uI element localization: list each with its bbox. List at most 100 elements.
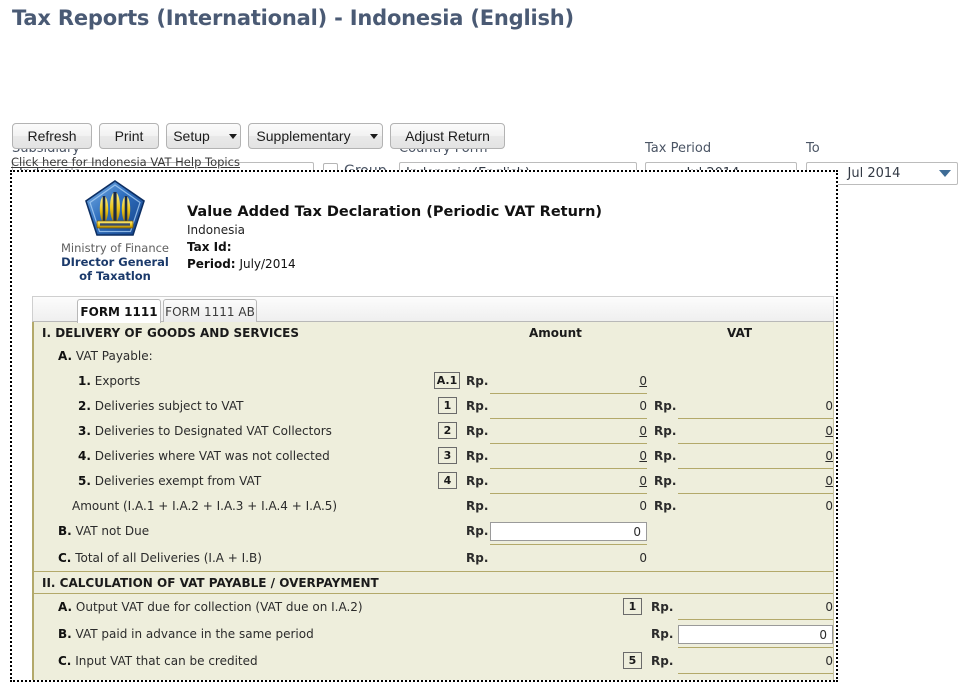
org-line-of-taxation: of Taxatlon: [79, 269, 151, 283]
amount-value: 0: [639, 551, 647, 565]
row-label: B. VAT paid in advance in the same perio…: [58, 627, 314, 641]
section-heading-ii: II. CALCULATION OF VAT PAYABLE / OVERPAY…: [42, 575, 379, 590]
row-text: Exports: [94, 374, 141, 388]
row-text: Deliveries where VAT was not collected: [94, 449, 330, 463]
box-number: 1: [438, 397, 457, 414]
currency-label: Rp.: [466, 474, 489, 488]
currency-label: Rp.: [651, 654, 674, 668]
ministry-logo-block: Ministry of Finance DIrector General of …: [54, 180, 176, 283]
amount-value: 0: [639, 399, 647, 413]
row-prefix: A.: [58, 349, 73, 363]
vat-value[interactable]: 0: [678, 449, 833, 464]
vat-value: 0: [825, 399, 833, 413]
filter-bar: Subsidiary Indonesia Group Country Form …: [0, 68, 964, 185]
row-prefix: 2.: [78, 399, 91, 413]
row-amount-total: Amount (I.A.1 + I.A.2 + I.A.3 + I.A.4 + …: [34, 495, 833, 521]
org-line-director-general: DIrector General: [61, 255, 169, 269]
tab-form-1111-ab-label: FORM 1111 AB: [165, 304, 255, 319]
field-underline: [490, 393, 647, 394]
tab-strip: FORM 1111 FORM 1111 AB: [32, 296, 834, 323]
setup-button-label: Setup: [173, 128, 210, 144]
supplementary-button[interactable]: Supplementary: [248, 123, 383, 149]
row-prefix: C.: [58, 551, 72, 565]
letterhead: Ministry of Finance DIrector General of …: [12, 180, 836, 286]
row-deliveries-vat-not-collected: 4. Deliveries where VAT was not collecte…: [34, 445, 833, 471]
row-total-all-deliveries: C. Total of all Deliveries (I.A + I.B) R…: [34, 547, 833, 573]
row-text: Output VAT due for collection (VAT due o…: [75, 600, 363, 614]
adjust-return-button[interactable]: Adjust Return: [390, 123, 505, 149]
vat-not-due-input[interactable]: 0: [490, 522, 647, 541]
row-label: B. VAT not Due: [58, 524, 149, 538]
vat-value[interactable]: 0: [678, 424, 833, 439]
currency-label: Rp.: [466, 449, 489, 463]
row-prefix: 4.: [78, 449, 91, 463]
row-exports: 1. Exports A.1 Rp. 0: [34, 370, 833, 396]
row-vat-paid-in-advance: B. VAT paid in advance in the same perio…: [34, 623, 833, 649]
amount-value[interactable]: 0: [490, 374, 647, 389]
row-prefix: 3.: [78, 424, 91, 438]
column-header-amount: Amount: [529, 326, 582, 340]
vat-value: 0: [825, 654, 833, 668]
ministry-of-finance-logo-icon: [85, 180, 145, 236]
vat-paid-advance-input[interactable]: 0: [678, 625, 833, 644]
print-button[interactable]: Print: [99, 123, 159, 149]
print-button-label: Print: [114, 128, 144, 144]
section-heading-i: I. DELIVERY OF GOODS AND SERVICES: [42, 325, 299, 340]
row-text: Deliveries subject to VAT: [94, 399, 244, 413]
currency-label-vat: Rp.: [654, 399, 677, 413]
form-body: I. DELIVERY OF GOODS AND SERVICES Amount…: [32, 322, 834, 680]
tab-form-1111[interactable]: FORM 1111: [77, 299, 161, 323]
row-input-vat-credited: C. Input VAT that can be credited 5 Rp. …: [34, 650, 833, 676]
currency-label-vat: Rp.: [654, 424, 677, 438]
currency-label: Rp.: [651, 627, 674, 641]
period-label: Period:: [187, 257, 236, 271]
row-text: Input VAT that can be credited: [75, 654, 258, 668]
row-label: Amount (I.A.1 + I.A.2 + I.A.3 + I.A.4 + …: [72, 499, 338, 513]
row-prefix: B.: [58, 627, 72, 641]
row-prefix: A.: [58, 600, 73, 614]
row-label: 2. Deliveries subject to VAT: [78, 399, 243, 413]
row-prefix: C.: [58, 654, 72, 668]
refresh-button-label: Refresh: [27, 128, 77, 144]
tab-form-1111-label: FORM 1111: [80, 304, 158, 319]
chevron-down-icon[interactable]: [228, 133, 237, 139]
supplementary-button-label: Supplementary: [256, 128, 351, 144]
row-section-i-a: A. VAT Payable:: [34, 345, 833, 371]
document-title: Value Added Tax Declaration (Periodic VA…: [187, 204, 603, 220]
currency-label: Rp.: [466, 499, 489, 513]
vat-help-topics-link[interactable]: Click here for Indonesia VAT Help Topics: [11, 155, 240, 169]
toolbar: Refresh Print Setup Supplementary Adjust…: [0, 123, 964, 151]
row-label: 4. Deliveries where VAT was not collecte…: [78, 449, 330, 463]
currency-label: Rp.: [466, 374, 489, 388]
row-deliveries-designated-collectors: 3. Deliveries to Designated VAT Collecto…: [34, 420, 833, 446]
currency-label: Rp.: [466, 524, 489, 538]
currency-label: Rp.: [466, 399, 489, 413]
setup-button[interactable]: Setup: [166, 123, 241, 149]
vat-value: 0: [825, 600, 833, 614]
row-label: A. Output VAT due for collection (VAT du…: [58, 600, 363, 614]
tab-form-1111-ab[interactable]: FORM 1111 AB: [163, 299, 257, 323]
chevron-down-icon: [939, 170, 951, 177]
field-underline: [490, 418, 647, 419]
row-text: Deliveries exempt from VAT: [94, 474, 262, 488]
box-number: 1: [623, 598, 642, 615]
document-country: Indonesia: [187, 223, 246, 237]
field-underline: [678, 673, 833, 674]
chevron-down-icon[interactable]: [369, 133, 378, 139]
refresh-button[interactable]: Refresh: [12, 123, 92, 149]
row-label: 3. Deliveries to Designated VAT Collecto…: [78, 424, 332, 438]
field-underline: [490, 493, 647, 494]
vat-value[interactable]: 0: [678, 474, 833, 489]
adjust-return-button-label: Adjust Return: [405, 128, 490, 144]
row-label: 5. Deliveries exempt from VAT: [78, 474, 261, 488]
document-meta: Value Added Tax Declaration (Periodic VA…: [187, 204, 602, 271]
report-frame: Ministry of Finance DIrector General of …: [10, 170, 838, 682]
amount-value[interactable]: 0: [490, 474, 647, 489]
amount-value[interactable]: 0: [490, 424, 647, 439]
amount-value[interactable]: 0: [490, 449, 647, 464]
row-deliveries-subject-to-vat: 2. Deliveries subject to VAT 1 Rp. 0 Rp.…: [34, 395, 833, 421]
field-underline: [490, 443, 647, 444]
currency-label-vat: Rp.: [654, 474, 677, 488]
currency-label-vat: Rp.: [654, 449, 677, 463]
tax-id-label: Tax Id:: [187, 240, 232, 254]
